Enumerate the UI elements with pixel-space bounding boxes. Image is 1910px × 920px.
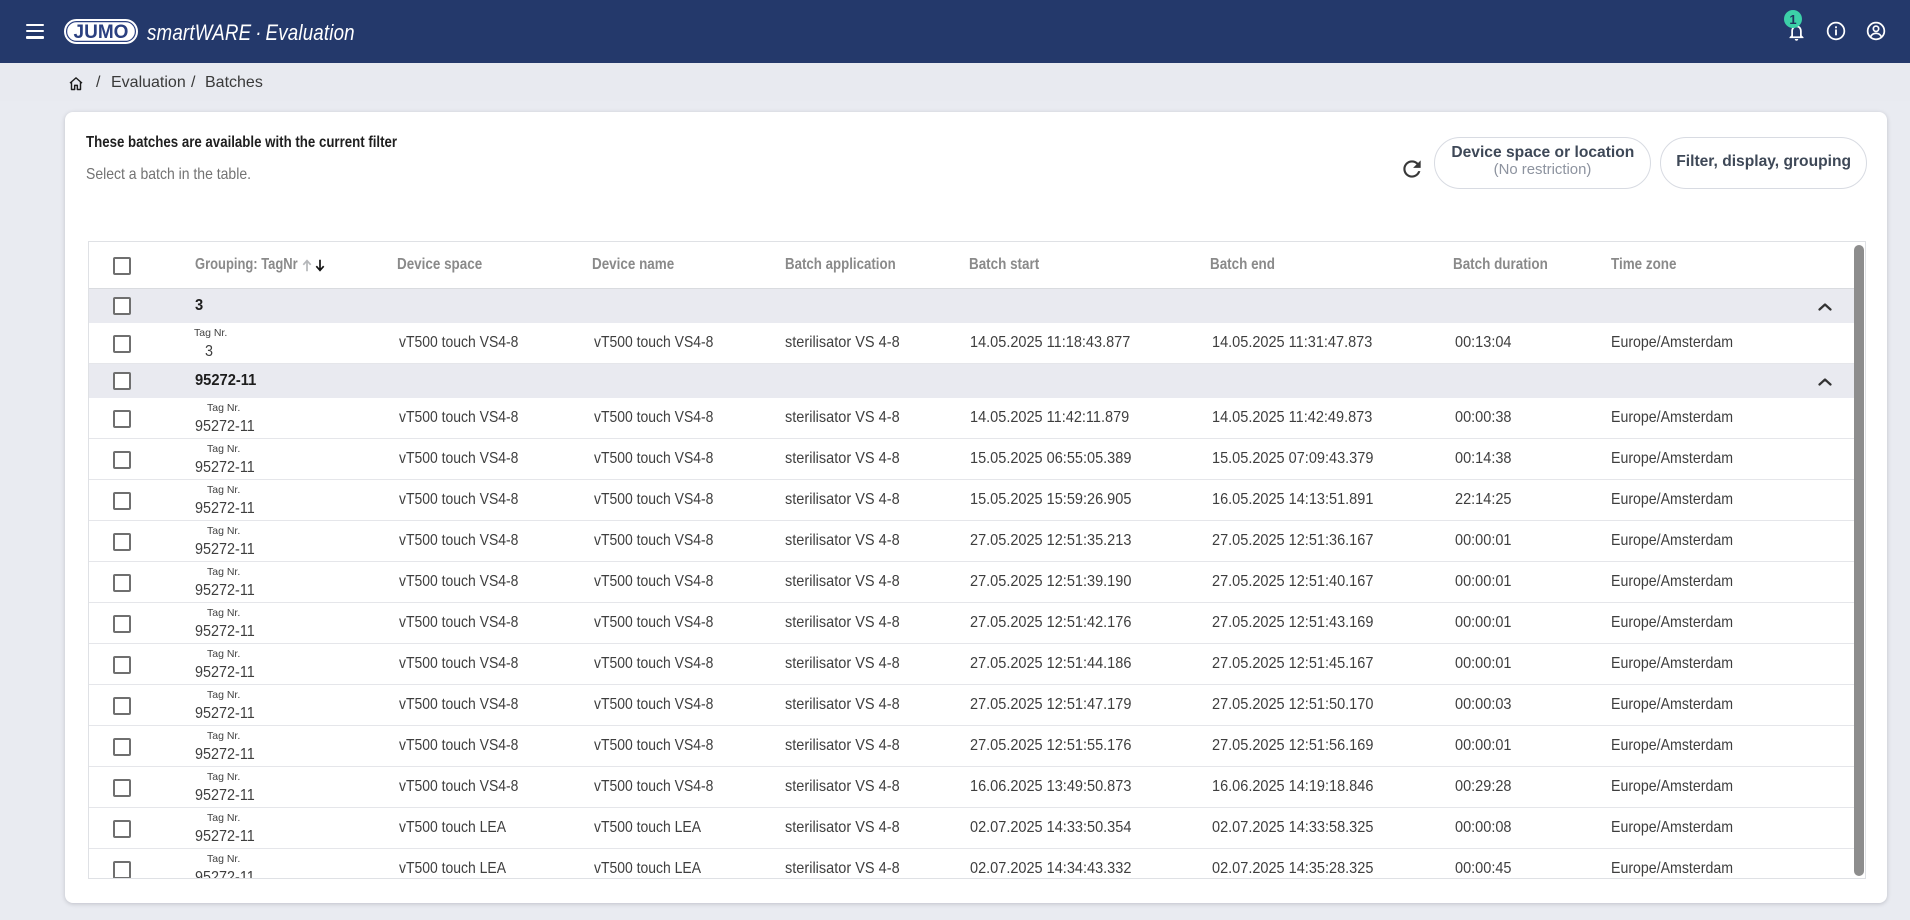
svg-text:JUMO: JUMO bbox=[74, 22, 129, 43]
